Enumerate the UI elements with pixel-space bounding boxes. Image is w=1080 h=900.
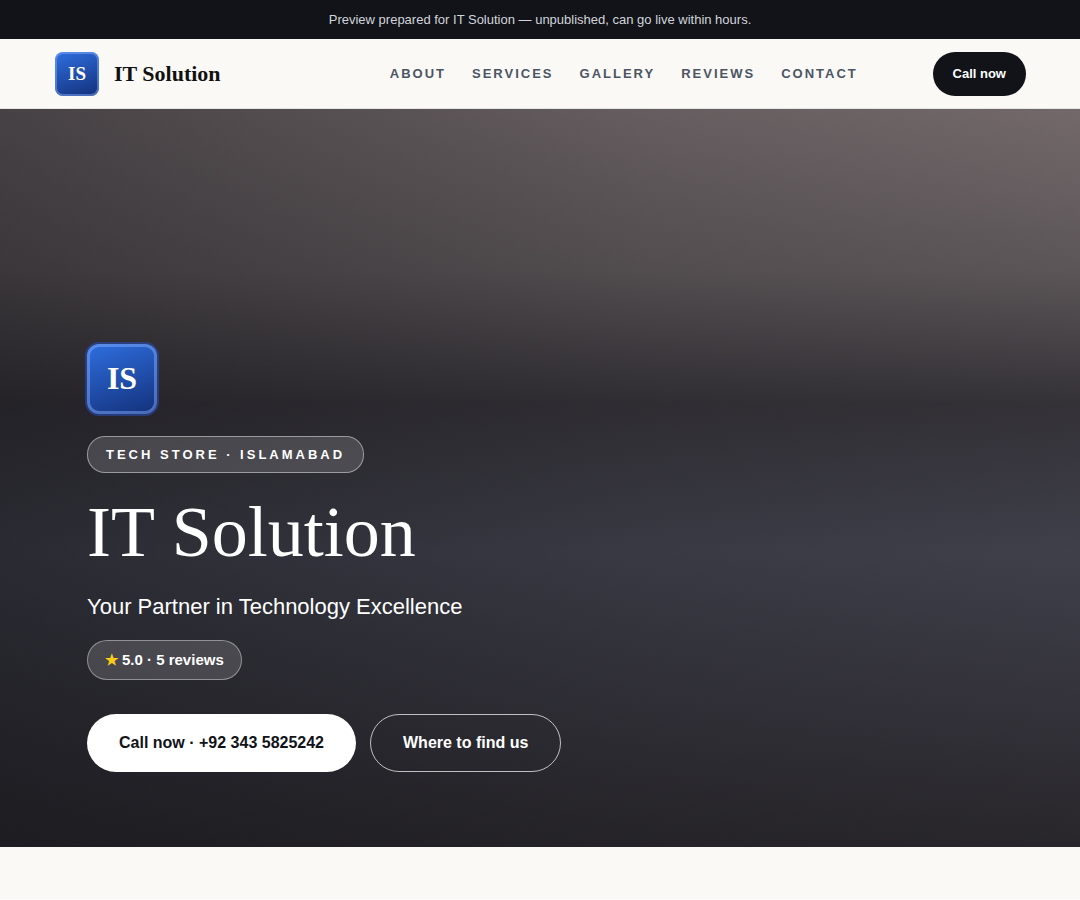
category-tag: TECH STORE · ISLAMABAD bbox=[87, 436, 364, 473]
brand[interactable]: IS IT Solution bbox=[55, 52, 315, 96]
hero-subtitle: Your Partner in Technology Excellence bbox=[87, 594, 462, 620]
nav-link[interactable]: CONTACT bbox=[781, 66, 858, 81]
logo-icon: IS bbox=[55, 52, 99, 96]
star-icon: ★ bbox=[105, 651, 118, 669]
hero: IS TECH STORE · ISLAMABAD IT Solution Yo… bbox=[0, 109, 1080, 847]
nav-link[interactable]: ABOUT bbox=[390, 66, 446, 81]
call-button[interactable]: Call now bbox=[933, 52, 1026, 96]
nav-link[interactable]: GALLERY bbox=[580, 66, 656, 81]
hero-button[interactable]: Call now · +92 343 5825242 bbox=[87, 714, 356, 772]
hero-buttons: Call now · +92 343 5825242Where to find … bbox=[87, 714, 561, 772]
nav-bar: IS IT Solution ABOUT SERVICES GALLERY REVIE… bbox=[0, 39, 1080, 109]
hero-content: IS TECH STORE · ISLAMABAD IT Solution Yo… bbox=[87, 344, 561, 772]
preview-banner: Preview prepared for IT Solution — unpub… bbox=[0, 0, 1080, 39]
hero-logo-icon: IS bbox=[87, 344, 157, 414]
brand-name: IT Solution bbox=[114, 61, 221, 87]
hero-button[interactable]: Where to find us bbox=[370, 714, 561, 772]
page: Preview prepared for IT Solution — unpub… bbox=[0, 0, 1080, 899]
page-body bbox=[0, 847, 1080, 899]
nav-link[interactable]: REVIEWS bbox=[681, 66, 755, 81]
rating-text: 5.0 · 5 reviews bbox=[122, 651, 224, 669]
rating-pill: ★ 5.0 · 5 reviews bbox=[87, 640, 242, 680]
hero-title: IT Solution bbox=[87, 493, 416, 572]
nav-links: ABOUT SERVICES GALLERY REVIEWS CONTACT bbox=[390, 66, 858, 81]
nav-link[interactable]: SERVICES bbox=[472, 66, 554, 81]
